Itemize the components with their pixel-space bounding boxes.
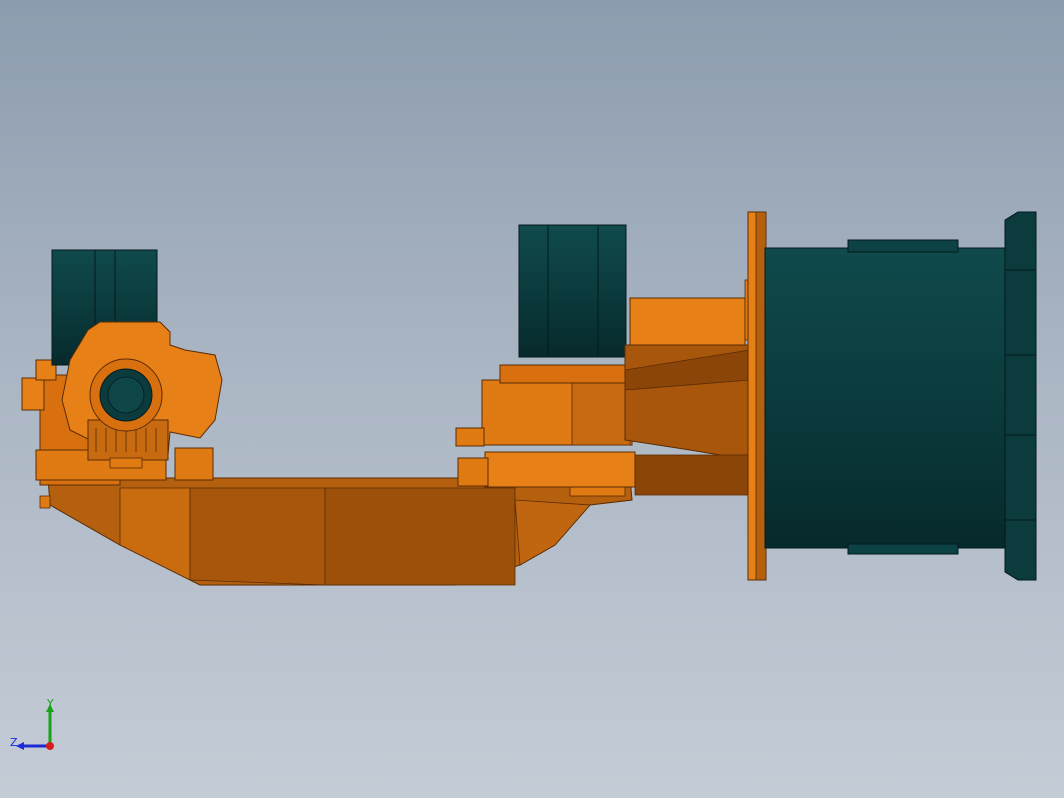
elbow-motor <box>518 224 627 358</box>
upper-arm-link <box>624 279 756 496</box>
axis-triad: Y Z <box>10 698 54 750</box>
base-motor <box>764 211 1037 581</box>
lower-arm-link <box>47 477 633 586</box>
robot-arm-model[interactable] <box>0 0 1064 798</box>
elbow-housing <box>455 364 636 488</box>
cad-3d-viewport[interactable]: Y Z <box>0 0 1064 798</box>
x-axis-dot <box>46 742 54 750</box>
z-axis-label: Z <box>10 736 18 749</box>
base-flange <box>747 211 767 581</box>
y-axis-label: Y <box>46 698 54 710</box>
